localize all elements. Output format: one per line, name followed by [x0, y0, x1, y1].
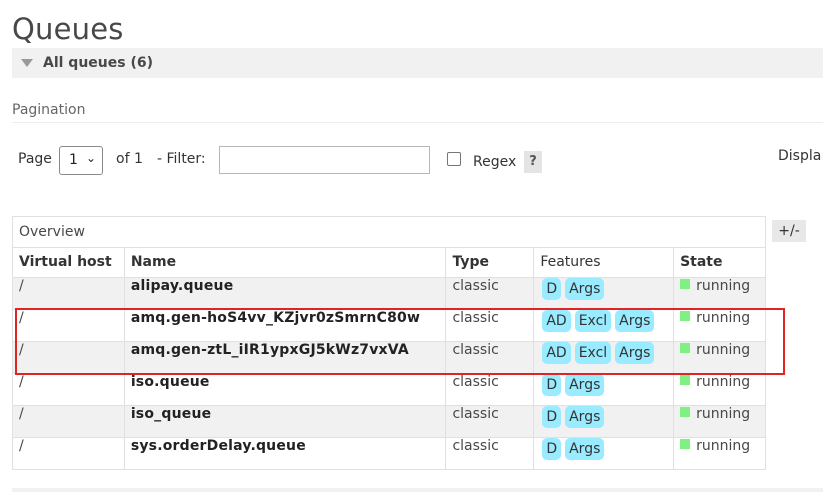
type-cell: classic: [445, 277, 535, 310]
state-label: running: [696, 278, 751, 294]
vhost-cell: /: [12, 405, 125, 438]
state-cell: running: [673, 405, 766, 438]
features-cell: D Args: [533, 405, 675, 438]
table-row[interactable]: / iso_queue classic D Args running: [12, 405, 766, 438]
table-row[interactable]: / alipay.queue classic D Args running: [12, 277, 766, 310]
queues-table: Overview Virtual host Name Type Features…: [12, 216, 766, 470]
feature-tag-auto-delete[interactable]: AD: [542, 310, 571, 332]
page-select[interactable]: 1 ⌄: [59, 146, 103, 175]
running-indicator-icon: [680, 311, 691, 321]
next-section-edge: [12, 488, 823, 492]
triangle-down-icon: [21, 59, 33, 67]
queue-name-link[interactable]: alipay.queue: [123, 277, 447, 310]
table-row[interactable]: / sys.orderDelay.queue classic D Args run…: [12, 437, 766, 470]
help-button[interactable]: ?: [524, 151, 542, 173]
table-row[interactable]: / amq.gen-ztL_iIR1ypxGJ5kWz7vxVA classic…: [12, 341, 766, 374]
pagination-divider: [12, 122, 823, 123]
feature-tag-auto-delete[interactable]: AD: [542, 342, 571, 364]
page-select-value: 1: [69, 152, 78, 168]
feature-tag-args[interactable]: Args: [565, 438, 605, 460]
state-label: running: [696, 342, 751, 358]
type-cell: classic: [445, 405, 535, 438]
col-header-features: Features: [533, 247, 675, 278]
vhost-cell: /: [12, 309, 125, 342]
column-toggle-button[interactable]: +/-: [772, 220, 806, 242]
type-cell: classic: [445, 309, 535, 342]
col-header-name[interactable]: Name: [123, 247, 447, 278]
queue-name-link[interactable]: amq.gen-hoS4vv_KZjvr0zSmrnC80w: [123, 309, 447, 342]
vhost-cell: /: [12, 277, 125, 310]
type-cell: classic: [445, 437, 535, 470]
regex-checkbox[interactable]: [447, 152, 461, 166]
vhost-cell: /: [12, 373, 125, 406]
state-cell: running: [673, 341, 766, 374]
chevron-down-icon: ⌄: [86, 151, 97, 165]
feature-tag-durable[interactable]: D: [542, 406, 562, 428]
state-cell: running: [673, 437, 766, 470]
running-indicator-icon: [680, 439, 691, 449]
page-title: Queues: [12, 12, 124, 46]
running-indicator-icon: [680, 375, 691, 385]
pagination-heading: Pagination: [12, 102, 86, 118]
table-row[interactable]: / iso.queue classic D Args running: [12, 373, 766, 406]
vhost-cell: /: [12, 341, 125, 374]
overview-group-header: Overview: [12, 216, 766, 248]
running-indicator-icon: [680, 343, 691, 353]
state-label: running: [696, 438, 751, 454]
queue-name-link[interactable]: iso_queue: [123, 405, 447, 438]
feature-tag-exclusive[interactable]: Excl: [574, 310, 612, 332]
table-row[interactable]: / amq.gen-hoS4vv_KZjvr0zSmrnC80w classic…: [12, 309, 766, 342]
state-cell: running: [673, 373, 766, 406]
page-label: Page: [18, 151, 52, 167]
feature-tag-exclusive[interactable]: Excl: [574, 342, 612, 364]
feature-tag-args[interactable]: Args: [615, 342, 655, 364]
queue-name-link[interactable]: sys.orderDelay.queue: [123, 437, 447, 470]
features-cell: AD Excl Args: [533, 341, 675, 374]
feature-tag-durable[interactable]: D: [542, 374, 562, 396]
features-cell: D Args: [533, 373, 675, 406]
state-cell: running: [673, 277, 766, 310]
features-cell: AD Excl Args: [533, 309, 675, 342]
feature-tag-args[interactable]: Args: [615, 310, 655, 332]
filter-label: - Filter:: [157, 151, 206, 167]
feature-tag-args[interactable]: Args: [565, 278, 605, 300]
type-cell: classic: [445, 373, 535, 406]
feature-tag-durable[interactable]: D: [542, 278, 562, 300]
running-indicator-icon: [680, 407, 691, 417]
vhost-cell: /: [12, 437, 125, 470]
regex-label: Regex: [473, 154, 517, 170]
state-label: running: [696, 310, 751, 326]
page-count-label: of 1: [116, 151, 143, 167]
features-cell: D Args: [533, 277, 675, 310]
col-header-state[interactable]: State: [673, 247, 766, 278]
features-cell: D Args: [533, 437, 675, 470]
state-label: running: [696, 406, 751, 422]
state-cell: running: [673, 309, 766, 342]
state-label: running: [696, 374, 751, 390]
col-header-type[interactable]: Type: [445, 247, 535, 278]
queue-name-link[interactable]: amq.gen-ztL_iIR1ypxGJ5kWz7vxVA: [123, 341, 447, 374]
feature-tag-durable[interactable]: D: [542, 438, 562, 460]
queue-name-link[interactable]: iso.queue: [123, 373, 447, 406]
type-cell: classic: [445, 341, 535, 374]
running-indicator-icon: [680, 279, 691, 289]
all-queues-label: All queues (6): [43, 55, 153, 71]
display-label: Displa: [778, 148, 822, 164]
col-header-virtual-host[interactable]: Virtual host: [12, 247, 125, 278]
all-queues-toggle[interactable]: All queues (6): [12, 48, 823, 78]
feature-tag-args[interactable]: Args: [565, 374, 605, 396]
feature-tag-args[interactable]: Args: [565, 406, 605, 428]
filter-input[interactable]: [219, 146, 430, 174]
